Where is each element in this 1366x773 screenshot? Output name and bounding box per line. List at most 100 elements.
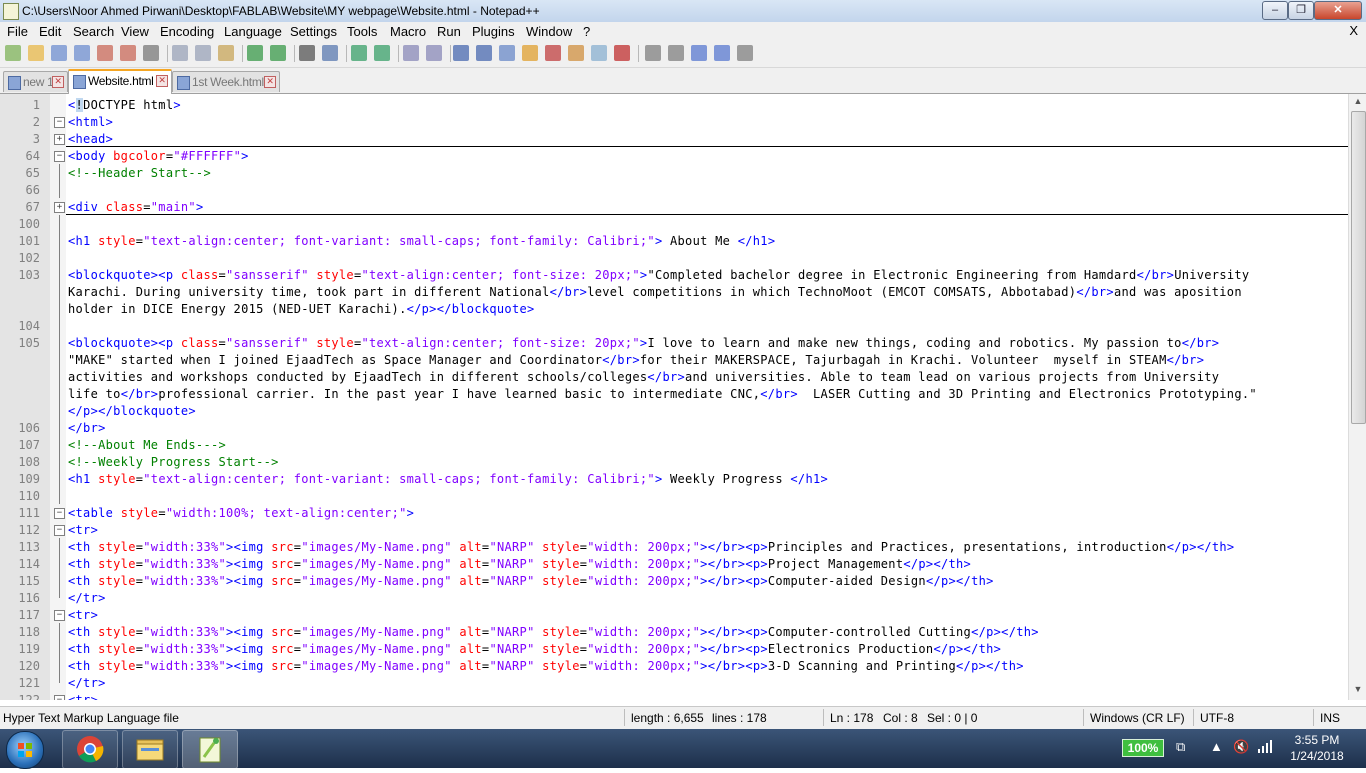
undo-icon[interactable] [247,45,263,61]
scrollbar-thumb[interactable] [1351,111,1366,424]
fold-collapse-icon[interactable]: − [54,610,65,621]
volume-muted-icon[interactable]: 🔇 [1233,739,1249,755]
chrome-icon [77,736,104,763]
word-wrap-icon[interactable] [453,45,469,61]
save-icon[interactable] [51,45,67,61]
menu-tools[interactable]: Tools [347,24,377,39]
menu-language[interactable]: Language [224,24,282,39]
tab-close-icon[interactable]: ✕ [264,76,276,88]
status-encoding[interactable]: UTF-8 [1200,711,1234,725]
sync-vertical-icon[interactable] [403,45,419,61]
function-list-icon[interactable] [568,45,584,61]
menu-edit[interactable]: Edit [39,24,61,39]
fold-collapse-icon[interactable]: − [54,695,65,700]
folder-workspace-icon[interactable] [591,45,607,61]
status-insert-mode[interactable]: INS [1320,711,1340,725]
menu-view[interactable]: View [121,24,149,39]
fold-collapse-icon[interactable]: − [54,151,65,162]
fold-expand-icon[interactable]: + [54,134,65,145]
code-text: </tr> [68,591,106,605]
battery-indicator[interactable]: 100% [1122,739,1164,757]
line-number: 119 [18,642,40,656]
status-eol[interactable]: Windows (CR LF) [1090,711,1185,725]
fold-expand-icon[interactable]: + [54,202,65,213]
redo-icon[interactable] [270,45,286,61]
macro-record-icon[interactable] [645,45,661,61]
code-line: 66 [0,181,1348,198]
menu-encoding[interactable]: Encoding [160,24,214,39]
close-file-icon[interactable] [97,45,113,61]
macro-run-multiple-icon[interactable] [714,45,730,61]
code-editor[interactable]: 1 <!DOCTYPE html> 2− <html> 3 + <head> 64− <body… [0,94,1348,700]
menu-help[interactable]: ? [583,24,590,39]
tab-new-1[interactable]: new 1 ✕ [3,71,68,92]
cut-icon[interactable] [172,45,188,61]
doc-map-icon[interactable] [545,45,561,61]
print-icon[interactable] [143,45,159,61]
scroll-down-icon[interactable]: ▼ [1352,684,1364,698]
tab-close-icon[interactable]: ✕ [156,75,168,87]
user-language-icon[interactable] [522,45,538,61]
zoom-out-icon[interactable] [374,45,390,61]
sync-horizontal-icon[interactable] [426,45,442,61]
new-file-icon[interactable] [5,45,21,61]
menu-plugins[interactable]: Plugins [472,24,515,39]
tab-website-html[interactable]: Website.html ✕ [68,69,172,94]
macro-stop-icon[interactable] [668,45,684,61]
find-icon[interactable] [299,45,315,61]
paste-icon[interactable] [218,45,234,61]
code-line: holder in DICE Energy 2015 (NED-UET Kara… [0,300,1348,317]
show-all-chars-icon[interactable] [476,45,492,61]
close-all-icon[interactable] [120,45,136,61]
code-line: 109 <h1 style="text-align:center; font-va… [0,470,1348,487]
taskbar-explorer-button[interactable] [122,730,178,769]
menu-settings[interactable]: Settings [290,24,337,39]
fold-collapse-icon[interactable]: − [54,508,65,519]
tab-close-icon[interactable]: ✕ [52,76,64,88]
indent-guide-icon[interactable] [499,45,515,61]
vertical-scrollbar[interactable]: ▲ ▼ [1348,94,1366,700]
start-button[interactable] [6,731,44,769]
show-hidden-icons-icon[interactable]: ▲ [1210,739,1223,754]
close-button[interactable]: ✕ [1314,1,1362,20]
status-line-number: Ln : 178 [830,711,874,725]
menu-macro[interactable]: Macro [390,24,426,39]
taskbar-chrome-button[interactable] [62,730,118,769]
code-line: Karachi. During university time, took pa… [0,283,1348,300]
macro-play-icon[interactable] [691,45,707,61]
monitor-icon[interactable] [614,45,630,61]
code-text: <th style="width:33%"><img src="images/M… [68,625,1039,639]
line-number: 102 [18,251,40,265]
menu-window[interactable]: Window [526,24,572,39]
menu-search[interactable]: Search [73,24,114,39]
copy-icon[interactable] [195,45,211,61]
code-line: 103 <blockquote><p class="sansserif" styl… [0,266,1348,283]
fold-collapse-icon[interactable]: − [54,525,65,536]
zoom-in-icon[interactable] [351,45,367,61]
open-file-icon[interactable] [28,45,44,61]
code-line: 104 [0,317,1348,334]
status-selection: Sel : 0 | 0 [927,711,978,725]
system-clock[interactable]: 3:55 PM 1/24/2018 [1282,732,1352,764]
toolbar-separator [294,45,295,62]
maximize-button[interactable]: ❐ [1288,1,1314,20]
macro-save-icon[interactable] [737,45,753,61]
menu-run[interactable]: Run [437,24,461,39]
scroll-up-icon[interactable]: ▲ [1352,96,1364,110]
replace-icon[interactable] [322,45,338,61]
network-icon[interactable]: ⧉ [1176,739,1185,755]
line-number: 64 [25,149,40,163]
code-text: <!--Weekly Progress Start--> [68,455,279,469]
tab-1st-week-html[interactable]: 1st Week.html ✕ [172,71,280,92]
close-document-button[interactable]: X [1349,23,1358,38]
menu-file[interactable]: File [7,24,28,39]
code-line: 111 − <table style="width:100%; text-align… [0,504,1348,521]
fold-collapse-icon[interactable]: − [54,117,65,128]
line-number: 105 [18,336,40,350]
code-line: 122 − <tr> [0,691,1348,700]
status-length: length : 6,655 [631,711,704,725]
taskbar-notepad-plus-plus-button[interactable] [182,730,238,769]
save-all-icon[interactable] [74,45,90,61]
signal-strength-icon[interactable] [1257,739,1273,756]
minimize-button[interactable]: ‒ [1262,1,1288,20]
